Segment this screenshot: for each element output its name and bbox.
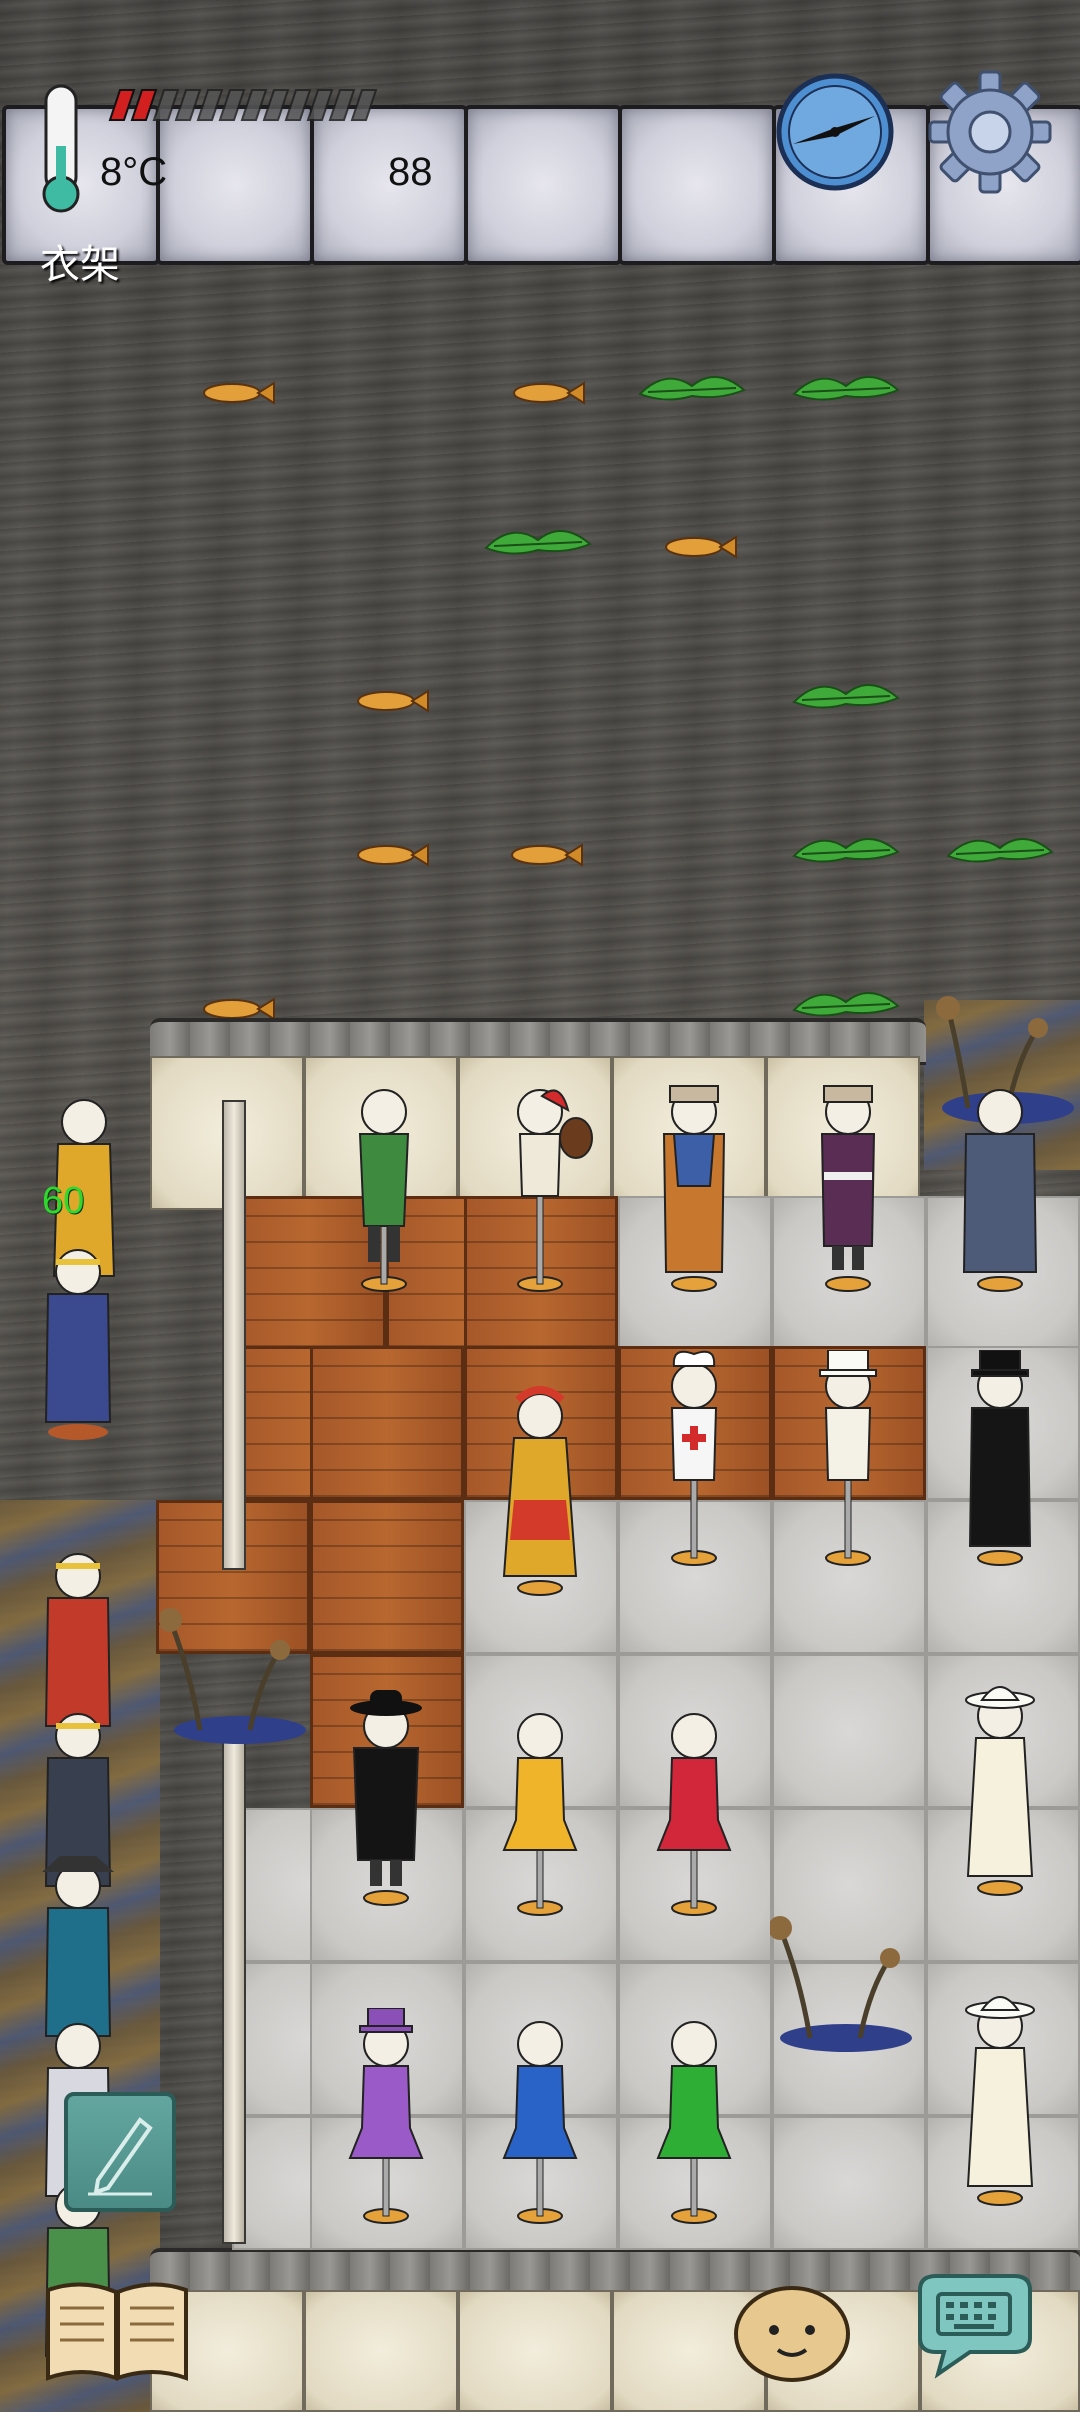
fish-item[interactable] <box>350 686 430 716</box>
withered-plant[interactable] <box>160 1600 310 1750</box>
clothes-rack-mannequin[interactable] <box>326 2008 446 2228</box>
withered-plant[interactable] <box>770 1908 920 2058</box>
food-value-readout: 88 <box>388 150 433 194</box>
temperature-readout: 8°C <box>100 150 168 194</box>
seaweed-item[interactable] <box>790 822 902 866</box>
fish-item[interactable] <box>658 532 738 562</box>
clothes-rack-mannequin[interactable] <box>940 1990 1060 2210</box>
clothes-rack-mannequin[interactable] <box>788 1350 908 1570</box>
gear-icon[interactable] <box>928 70 1052 194</box>
fish-item[interactable] <box>506 378 586 408</box>
fence-post <box>222 1720 246 2244</box>
clothes-rack-mannequin[interactable] <box>940 1350 1060 1570</box>
player-age-label: 60 <box>42 1180 85 1222</box>
pencil-icon <box>88 2117 153 2196</box>
clothes-rack-mannequin[interactable] <box>480 1380 600 1600</box>
game-world[interactable]: 8°C 88 衣架 60 <box>0 0 1080 2412</box>
seaweed-item[interactable] <box>636 360 748 404</box>
fence-post <box>222 1100 246 1570</box>
clothes-rack-mannequin[interactable] <box>634 1700 754 1920</box>
clothes-rack-mannequin[interactable] <box>480 1076 600 1296</box>
food-meter <box>108 89 378 121</box>
book-icon[interactable] <box>42 2274 192 2386</box>
clothes-rack-mannequin[interactable] <box>788 1076 908 1296</box>
clothes-rack-mannequin[interactable] <box>634 1350 754 1570</box>
wood-floor-tile[interactable] <box>310 1346 464 1500</box>
wall-tile <box>458 2290 612 2412</box>
hovered-object-label: 衣架 <box>40 242 120 288</box>
clothes-rack-mannequin[interactable] <box>480 1700 600 1920</box>
seaweed-item[interactable] <box>944 822 1056 866</box>
seaweed-item[interactable] <box>790 668 902 712</box>
clothes-rack-mannequin[interactable] <box>326 1690 446 1910</box>
clothes-rack-mannequin[interactable] <box>634 1076 754 1296</box>
hud-slot[interactable] <box>156 105 314 265</box>
wall-tile <box>304 2290 458 2412</box>
clothes-rack-mannequin[interactable] <box>324 1076 444 1296</box>
fish-item[interactable] <box>350 840 430 870</box>
hud-slot[interactable] <box>618 105 776 265</box>
player-character[interactable] <box>18 1236 138 1456</box>
clothes-rack-mannequin[interactable] <box>634 2008 754 2228</box>
clothes-rack-mannequin[interactable] <box>940 1076 1060 1296</box>
wood-floor-tile[interactable] <box>310 1500 464 1654</box>
emote-icon[interactable] <box>732 2278 852 2384</box>
clothes-rack-mannequin[interactable] <box>940 1680 1060 1900</box>
stone-floor-tile[interactable] <box>772 1654 926 1808</box>
seaweed-item[interactable] <box>482 514 594 558</box>
write-button[interactable] <box>64 2092 176 2212</box>
seaweed-item[interactable] <box>790 976 902 1020</box>
seaweed-item[interactable] <box>790 360 902 404</box>
thermometer-icon <box>42 84 80 213</box>
clothes-rack-mannequin[interactable] <box>480 2008 600 2228</box>
fish-item[interactable] <box>504 840 584 870</box>
hud-slot[interactable] <box>464 105 622 265</box>
fish-item[interactable] <box>196 378 276 408</box>
compass-icon[interactable] <box>775 72 895 192</box>
stone-floor-tile[interactable] <box>772 2116 926 2250</box>
keyboard-icon[interactable] <box>910 2270 1038 2380</box>
